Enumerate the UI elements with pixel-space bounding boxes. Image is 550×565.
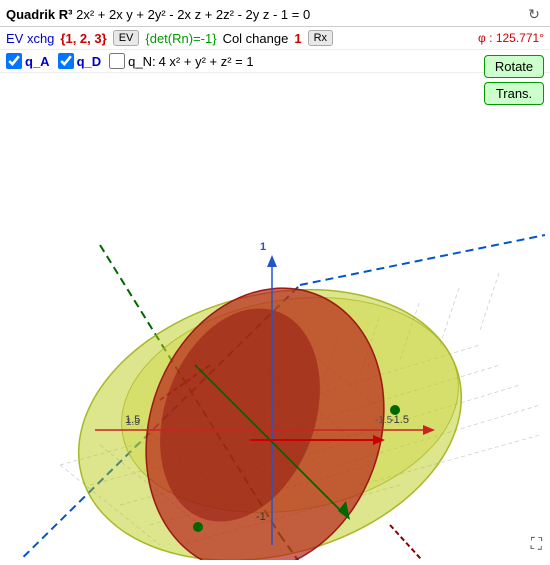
qn-equation: 4 x² + y² + z² = 1 [159, 54, 254, 69]
col-value: 1 [294, 31, 301, 46]
action-buttons: Rotate Trans. [484, 55, 544, 105]
refresh-button[interactable]: ↻ [524, 4, 544, 24]
qn-checkbox[interactable] [109, 53, 125, 69]
svg-text:-1.5: -1.5 [390, 414, 409, 426]
ev-value: {1, 2, 3} [60, 31, 106, 46]
phi-label: φ : 125.771° [478, 31, 544, 45]
det-label: {det(Rn)=-1} [145, 31, 216, 46]
row2: EV xchg {1, 2, 3} EV {det(Rn)=-1} Col ch… [0, 27, 550, 50]
qa-checkbox-item: q_A [6, 53, 50, 69]
header: Quadrik R³ 2x² + 2x y + 2y² - 2x z + 2z²… [0, 0, 550, 27]
svg-text:1: 1 [260, 241, 266, 253]
qd-checkbox-item: q_D [58, 53, 102, 69]
qd-label: q_D [77, 54, 102, 69]
col-label: Col change [223, 31, 289, 46]
ev-button[interactable]: EV [113, 30, 140, 46]
title-quadrik: Quadrik R³ [6, 7, 72, 22]
3d-canvas[interactable]: -1 1.5 -1.5 1 -1.5 1.5 ⛶ [0, 105, 550, 560]
fullscreen-button[interactable]: ⛶ [531, 536, 542, 554]
window-title: Quadrik R³ 2x² + 2x y + 2y² - 2x z + 2z²… [6, 7, 520, 22]
svg-text:-1.5: -1.5 [375, 415, 393, 426]
qa-label: q_A [25, 54, 50, 69]
svg-text:-1: -1 [256, 511, 266, 523]
row3: q_A q_D q_N: 4 x² + y² + z² = 1 [0, 50, 550, 73]
rotate-button[interactable]: Rotate [484, 55, 544, 78]
ev-label: EV xchg [6, 31, 54, 46]
qn-label: q_N: [128, 54, 155, 69]
title-equation: 2x² + 2x y + 2y² - 2x z + 2z² - 2y z - 1… [76, 7, 310, 22]
qa-checkbox[interactable] [6, 53, 22, 69]
col-button[interactable]: Rx [308, 30, 333, 46]
trans-button[interactable]: Trans. [484, 82, 544, 105]
qd-checkbox[interactable] [58, 53, 74, 69]
qn-checkbox-item: q_N: 4 x² + y² + z² = 1 [109, 53, 253, 69]
3d-visualization: -1 1.5 -1.5 1 -1.5 1.5 [0, 105, 550, 560]
svg-text:1.5: 1.5 [126, 417, 140, 428]
